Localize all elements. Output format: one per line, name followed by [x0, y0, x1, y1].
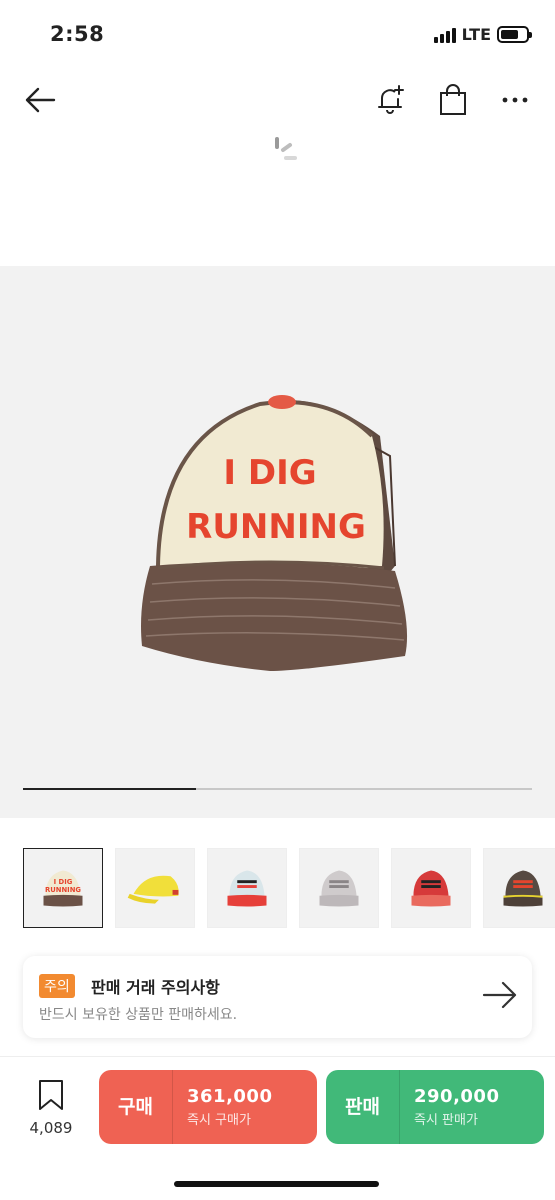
notice-badge: 주의: [39, 974, 75, 998]
buy-sublabel: 즉시 구매가: [187, 1113, 251, 1128]
home-indicator: [174, 1181, 379, 1187]
notice-subtitle: 반드시 보유한 상품만 판매하세요.: [39, 1007, 238, 1023]
buy-label: 구매: [99, 1070, 173, 1144]
thumbnail-3[interactable]: [207, 848, 287, 928]
wish-button[interactable]: 4,089: [20, 1079, 82, 1137]
back-button[interactable]: [20, 80, 60, 120]
sell-price: 290,000: [414, 1086, 500, 1107]
buy-button[interactable]: 구매 361,000 즉시 구매가: [99, 1070, 317, 1144]
more-button[interactable]: [495, 80, 535, 120]
notice-title: 판매 거래 주의사항: [91, 978, 220, 997]
product-image: I DIG RUNNING: [141, 395, 408, 671]
sell-sublabel: 즉시 판매가: [414, 1113, 478, 1128]
status-indicators: LTE: [433, 25, 532, 44]
cart-button[interactable]: [433, 80, 473, 120]
battery-icon: [497, 26, 532, 43]
status-time: 2:58: [50, 22, 105, 46]
thumbnail-6[interactable]: [483, 848, 555, 928]
right-arrow-icon: [482, 981, 517, 1009]
shopping-bag-icon: [440, 84, 466, 115]
top-navigation: [0, 70, 555, 130]
thumbnail-5[interactable]: [391, 848, 471, 928]
more-icon: [502, 97, 528, 103]
sell-label: 판매: [326, 1070, 400, 1144]
thumbnail-strip[interactable]: I DIG RUNNING: [23, 848, 555, 928]
bookmark-icon: [39, 1080, 63, 1110]
loading-spinner-icon: [275, 137, 297, 160]
alert-button[interactable]: [370, 80, 410, 120]
cap-text-line2: RUNNING: [186, 507, 366, 547]
status-bar: 2:58 LTE: [0, 0, 555, 70]
thumbnail-1[interactable]: I DIG RUNNING: [23, 848, 103, 928]
signal-icon: [433, 27, 456, 43]
network-label: LTE: [461, 25, 491, 44]
buy-price: 361,000: [187, 1086, 273, 1107]
sell-button[interactable]: 판매 290,000 즉시 판매가: [326, 1070, 544, 1144]
cap-text-line1: I DIG: [223, 453, 316, 493]
bell-plus-icon: [378, 85, 404, 114]
image-progress-track: [23, 788, 532, 790]
wish-count: 4,089: [29, 1119, 73, 1137]
thumbnail-2[interactable]: [115, 848, 195, 928]
sale-notice-card[interactable]: 주의 판매 거래 주의사항 반드시 보유한 상품만 판매하세요.: [23, 956, 532, 1038]
product-image-carousel[interactable]: I DIG RUNNING: [0, 266, 555, 818]
thumbnail-4[interactable]: [299, 848, 379, 928]
bottom-action-bar: 4,089 구매 361,000 즉시 구매가 판매 290,000 즉시 판매…: [0, 1056, 555, 1200]
svg-text:I DIG: I DIG: [54, 878, 73, 886]
svg-text:RUNNING: RUNNING: [45, 886, 81, 894]
back-arrow-icon: [25, 87, 56, 113]
image-progress-fill: [23, 788, 197, 790]
